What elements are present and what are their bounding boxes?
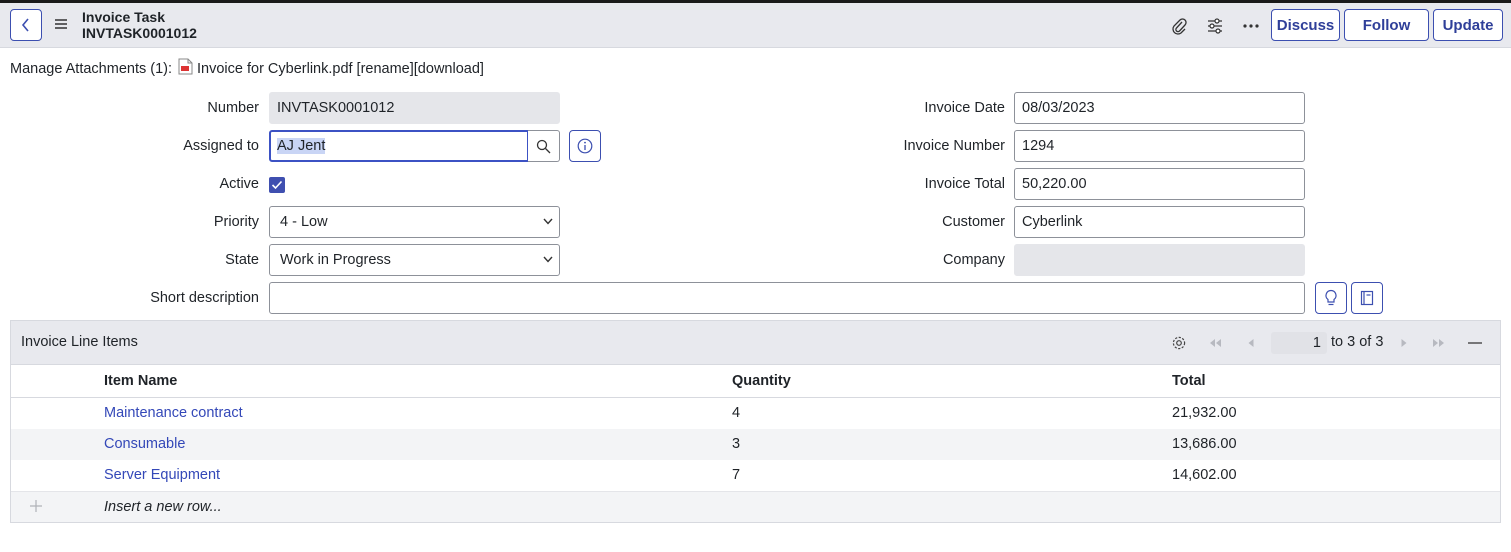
checkmark-icon [271, 180, 283, 190]
attachments-row: Manage Attachments (1): Invoice for Cybe… [10, 58, 484, 79]
title-block: Invoice Task INVTASK0001012 [82, 9, 197, 42]
paperclip-icon[interactable] [1169, 16, 1189, 36]
item-name-link[interactable]: Consumable [104, 436, 185, 452]
priority-select[interactable]: 4 - Low [269, 206, 560, 238]
invoice-date-input[interactable]: 08/03/2023 [1014, 92, 1305, 124]
state-label: State [225, 252, 259, 268]
invoice-date-label: Invoice Date [924, 100, 1005, 116]
assigned-to-lookup-button[interactable] [528, 130, 560, 162]
search-icon [536, 139, 551, 153]
item-name-link[interactable]: Maintenance contract [104, 405, 243, 421]
collapse-icon[interactable] [1466, 334, 1484, 352]
company-field [1014, 244, 1305, 276]
customer-label: Customer [942, 214, 1005, 230]
page-number-input[interactable]: 1 [1271, 332, 1327, 354]
previous-page-icon[interactable] [1242, 334, 1260, 352]
state-select[interactable]: Work in Progress [269, 244, 560, 276]
attachments-label[interactable]: Manage Attachments (1): [10, 61, 172, 77]
insert-row[interactable]: Insert a new row... [11, 491, 1500, 522]
column-header-quantity[interactable]: Quantity [732, 373, 791, 389]
short-description-label: Short description [150, 290, 259, 306]
page-title: Invoice Task [82, 9, 166, 25]
invoice-total-input[interactable]: 50,220.00 [1014, 168, 1305, 200]
last-page-icon[interactable] [1430, 334, 1448, 352]
pager-range-text: to 3 of 3 [1331, 334, 1384, 350]
quantity-cell: 4 [732, 405, 741, 421]
discuss-button[interactable]: Discuss [1271, 9, 1340, 41]
priority-value: 4 - Low [280, 214, 328, 230]
invoice-number-label: Invoice Number [903, 138, 1005, 154]
assigned-to-value: AJ Jent [277, 138, 326, 154]
number-field: INVTASK0001012 [269, 92, 560, 124]
column-header-total[interactable]: Total [1172, 373, 1206, 389]
follow-button[interactable]: Follow [1344, 9, 1429, 41]
active-label: Active [219, 176, 260, 192]
next-page-icon[interactable] [1395, 334, 1413, 352]
gear-icon[interactable] [1170, 334, 1188, 352]
hamburger-menu-icon[interactable] [54, 17, 70, 33]
total-cell: 13,686.00 [1172, 436, 1237, 452]
pdf-file-icon [178, 58, 193, 79]
first-page-icon[interactable] [1206, 334, 1224, 352]
chevron-down-icon [543, 218, 553, 225]
more-icon[interactable] [1241, 16, 1261, 36]
template-button[interactable] [1351, 282, 1383, 314]
table-row[interactable]: Consumable 3 13,686.00 [11, 429, 1500, 460]
info-icon [577, 138, 593, 154]
plus-icon[interactable] [29, 499, 43, 518]
assigned-to-label: Assigned to [183, 138, 259, 154]
priority-label: Priority [213, 214, 259, 230]
column-header-item-name[interactable]: Item Name [104, 373, 177, 389]
book-icon [1360, 290, 1374, 306]
item-name-link[interactable]: Server Equipment [104, 467, 220, 483]
customer-input[interactable]: Cyberlink [1014, 206, 1305, 238]
assigned-to-input[interactable]: AJ Jent [269, 130, 529, 162]
sliders-icon[interactable] [1205, 16, 1225, 36]
assigned-to-info-button[interactable] [569, 130, 601, 162]
state-value: Work in Progress [280, 252, 391, 268]
back-chevron-icon [21, 18, 29, 32]
related-list-title: Invoice Line Items [21, 334, 138, 350]
insert-new-row-link[interactable]: Insert a new row... [104, 499, 222, 515]
table-row[interactable]: Maintenance contract 4 21,932.00 [11, 398, 1500, 429]
invoice-number-input[interactable]: 1294 [1014, 130, 1305, 162]
rename-link[interactable]: [rename] [357, 61, 414, 77]
quantity-cell: 7 [732, 467, 741, 483]
chevron-down-icon [543, 256, 553, 263]
record-number: INVTASK0001012 [82, 25, 197, 41]
invoice-total-label: Invoice Total [924, 176, 1005, 192]
lightbulb-icon [1325, 289, 1337, 306]
suggestion-button[interactable] [1315, 282, 1347, 314]
quantity-cell: 3 [732, 436, 741, 452]
invoice-line-items-list: Invoice Line Items 1 to 3 of 3 Item Name… [10, 320, 1501, 523]
short-description-input[interactable] [269, 282, 1305, 314]
download-link[interactable]: [download] [414, 61, 484, 77]
active-checkbox[interactable] [269, 177, 285, 193]
update-button[interactable]: Update [1433, 9, 1503, 41]
company-label: Company [942, 252, 1005, 268]
back-button[interactable] [10, 9, 42, 41]
form-header: Invoice Task INVTASK0001012 Discuss Foll… [0, 3, 1511, 48]
total-cell: 21,932.00 [1172, 405, 1237, 421]
table-row[interactable]: Server Equipment 7 14,602.00 [11, 460, 1500, 491]
related-list-header: Invoice Line Items 1 to 3 of 3 [11, 321, 1500, 365]
number-label: Number [207, 100, 259, 116]
total-cell: 14,602.00 [1172, 467, 1237, 483]
attachment-file-name[interactable]: Invoice for Cyberlink.pdf [197, 61, 353, 77]
